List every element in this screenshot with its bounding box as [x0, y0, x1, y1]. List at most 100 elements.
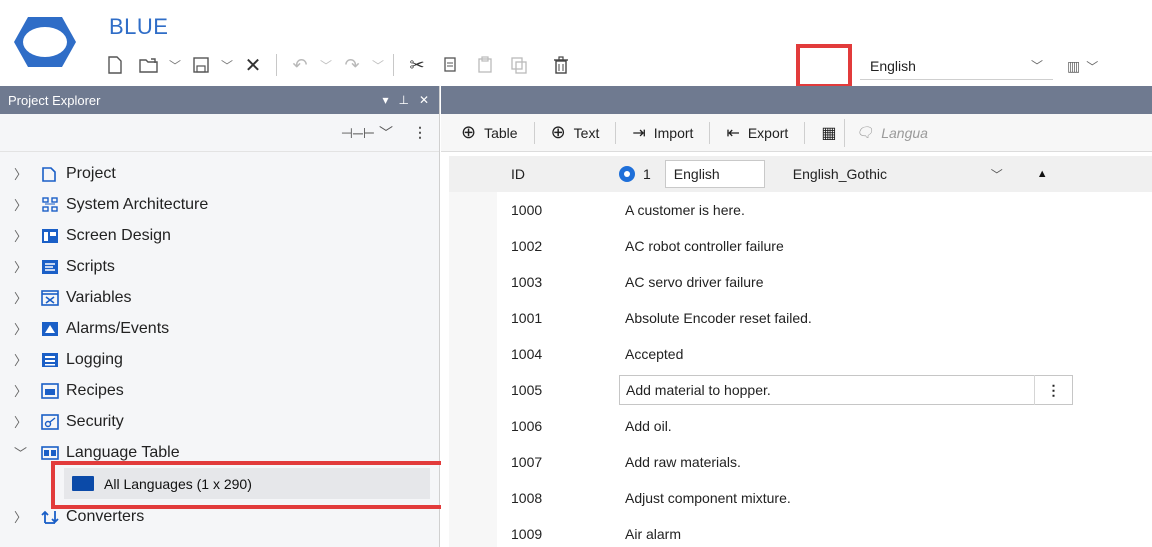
- import-button[interactable]: ⇥ Import: [624, 119, 701, 147]
- collapse-all-icon[interactable]: ⊣─⊢ ﹀: [341, 123, 393, 143]
- save-icon[interactable]: [184, 50, 218, 80]
- tree-item-label: System Architecture: [66, 195, 209, 213]
- add-table-button[interactable]: ⊕ Table: [453, 119, 526, 147]
- add-text-button[interactable]: ⊕ Text: [543, 119, 608, 147]
- security-icon: [40, 413, 60, 431]
- cell-edit-field[interactable]: Add material to hopper. ⋮: [619, 375, 1073, 405]
- cell-id: 1008: [511, 490, 543, 506]
- collapse-chevron-icon[interactable]: ﹀: [14, 443, 32, 462]
- tree-item-system-architecture[interactable]: 〉 System Architecture: [0, 189, 439, 220]
- cell-text[interactable]: Adjust component mixture.: [619, 490, 791, 506]
- cell-text[interactable]: AC servo driver failure: [619, 274, 764, 290]
- cut-icon[interactable]: ✂: [400, 50, 434, 80]
- expand-chevron-icon[interactable]: 〉: [14, 381, 32, 400]
- table-row-editing[interactable]: 1005 Add material to hopper. ⋮: [449, 372, 1152, 408]
- cell-text[interactable]: Absolute Encoder reset failed.: [619, 310, 812, 326]
- search-comment-icon: 🗨: [855, 124, 874, 140]
- tree-item-logging[interactable]: 〉 Logging: [0, 344, 439, 375]
- tree-item-alarms-events[interactable]: 〉 Alarms/Events: [0, 313, 439, 344]
- close-panel-icon[interactable]: ✕: [419, 93, 429, 107]
- converters-icon: [40, 508, 60, 526]
- new-file-icon[interactable]: [98, 50, 132, 80]
- add-circle-icon: ⊕: [550, 122, 566, 142]
- expand-chevron-icon[interactable]: 〉: [14, 412, 32, 431]
- toolbar-separator: [804, 121, 806, 144]
- all-languages-highlight-box: [51, 461, 445, 509]
- cell-text[interactable]: Add raw materials.: [619, 454, 741, 470]
- redo-dropdown-chevron-icon[interactable]: ﹀: [369, 50, 387, 80]
- panel-menu-chevron-icon[interactable]: ▾: [382, 93, 388, 107]
- panel-tools: ⊣─⊢ ﹀ ⋮: [0, 114, 439, 152]
- export-button[interactable]: ⇤ Export: [718, 119, 796, 147]
- open-dropdown-chevron-icon[interactable]: ﹀: [166, 50, 184, 80]
- table-row[interactable]: 1002 AC robot controller failure: [449, 228, 1152, 264]
- tree-item-recipes[interactable]: 〉 Recipes: [0, 375, 439, 406]
- export-label: Export: [747, 124, 789, 141]
- add-text-label: Text: [573, 124, 600, 141]
- table-row[interactable]: 1001 Absolute Encoder reset failed.: [449, 300, 1152, 336]
- chevron-down-icon[interactable]: ﹀: [991, 166, 1029, 183]
- redo-icon[interactable]: ↷: [335, 50, 369, 80]
- expand-chevron-icon[interactable]: 〉: [14, 226, 32, 245]
- cell-id: 1002: [511, 238, 543, 254]
- screen-design-icon: [40, 227, 60, 245]
- more-options-icon[interactable]: ⋮: [413, 124, 427, 141]
- more-options-icon[interactable]: ⋮: [1034, 375, 1072, 405]
- cell-text[interactable]: Add oil.: [619, 418, 672, 434]
- expand-chevron-icon[interactable]: 〉: [14, 507, 32, 526]
- toolbar-separator: [393, 54, 394, 76]
- tree-item-label: Alarms/Events: [66, 319, 170, 337]
- cell-text[interactable]: Accepted: [619, 346, 683, 362]
- table-row[interactable]: 1000 A customer is here.: [449, 192, 1152, 228]
- pin-icon[interactable]: ⊥: [398, 93, 408, 107]
- radio-selected-icon[interactable]: [619, 166, 635, 182]
- font-select[interactable]: English_Gothic: [793, 166, 983, 182]
- close-icon[interactable]: ✕: [236, 50, 270, 80]
- delete-trash-icon[interactable]: [544, 50, 578, 80]
- add-circle-icon: ⊕: [461, 122, 477, 142]
- table-row[interactable]: 1007 Add raw materials.: [449, 444, 1152, 480]
- expand-chevron-icon[interactable]: 〉: [14, 164, 32, 183]
- save-dropdown-chevron-icon[interactable]: ﹀: [218, 50, 236, 80]
- copy-icon[interactable]: [434, 50, 468, 80]
- language-select[interactable]: English ﹀: [860, 52, 1053, 80]
- tree-item-label: Variables: [66, 288, 132, 306]
- layout-button[interactable]: ▥ ﹀: [1067, 52, 1098, 80]
- table-row[interactable]: 1009 Air alarm: [449, 516, 1152, 547]
- undo-icon[interactable]: ↶: [283, 50, 317, 80]
- tree-item-label: Converters: [66, 507, 145, 525]
- expand-chevron-icon[interactable]: 〉: [14, 319, 32, 338]
- language-table-toolbar: ⊕ Table ⊕ Text ⇥ Import ⇤ Export ▦ 🗨 Lan…: [441, 114, 1152, 152]
- tree-item-security[interactable]: 〉 Security: [0, 406, 439, 437]
- undo-dropdown-chevron-icon[interactable]: ﹀: [317, 50, 335, 80]
- expand-chevron-icon[interactable]: 〉: [14, 350, 32, 369]
- table-settings-button[interactable]: ▦: [813, 119, 844, 147]
- table-row[interactable]: 1003 AC servo driver failure: [449, 264, 1152, 300]
- open-folder-icon[interactable]: [132, 50, 166, 80]
- table-row[interactable]: 1008 Adjust component mixture.: [449, 480, 1152, 516]
- cell-text[interactable]: A customer is here.: [619, 202, 745, 218]
- expand-chevron-icon[interactable]: 〉: [14, 288, 32, 307]
- duplicate-icon[interactable]: [502, 50, 536, 80]
- column-header-id[interactable]: ID: [449, 166, 619, 182]
- recipes-icon: [40, 382, 60, 400]
- table-row[interactable]: 1004 Accepted: [449, 336, 1152, 372]
- search-field[interactable]: 🗨 Langua: [844, 118, 928, 147]
- tree-item-scripts[interactable]: 〉 Scripts: [0, 251, 439, 282]
- cell-id: 1007: [511, 454, 543, 470]
- tree-item-project[interactable]: 〉 Project: [0, 158, 439, 189]
- toolbar-separator: [533, 121, 535, 144]
- expand-chevron-icon[interactable]: 〉: [14, 257, 32, 276]
- import-label: Import: [653, 124, 694, 141]
- table-row[interactable]: 1006 Add oil.: [449, 408, 1152, 444]
- cell-id: 1001: [511, 310, 543, 326]
- language-select-value: English: [870, 57, 916, 74]
- cell-text[interactable]: Air alarm: [619, 526, 681, 542]
- paste-icon[interactable]: [468, 50, 502, 80]
- language-name-field[interactable]: English: [664, 160, 765, 188]
- tree-item-variables[interactable]: 〉 Variables: [0, 282, 439, 313]
- sort-ascending-icon[interactable]: ▲: [1037, 168, 1048, 180]
- cell-text[interactable]: AC robot controller failure: [619, 238, 784, 254]
- expand-chevron-icon[interactable]: 〉: [14, 195, 32, 214]
- tree-item-screen-design[interactable]: 〉 Screen Design: [0, 220, 439, 251]
